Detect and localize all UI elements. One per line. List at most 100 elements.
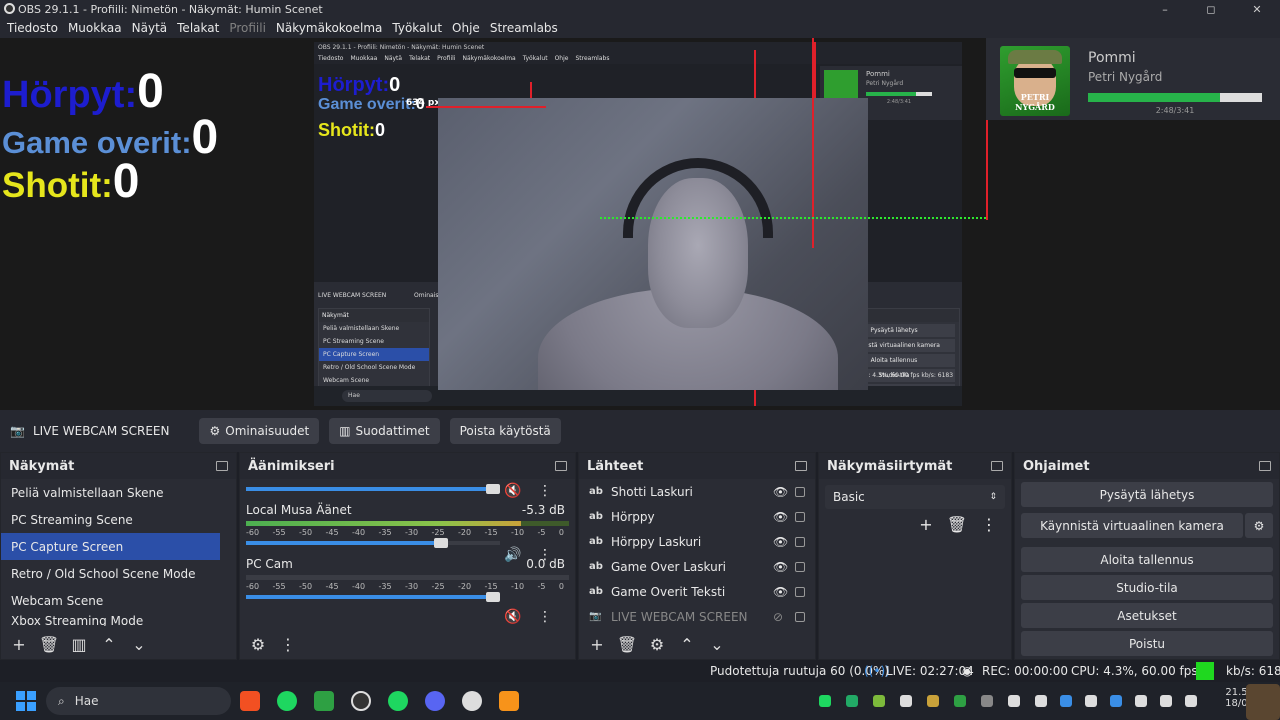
filters-button[interactable]: ▥ Suodattimet [329,418,440,444]
eye-hidden-icon[interactable]: ⊘ [773,610,789,624]
properties-button[interactable]: ⚙ Ominaisuudet [199,418,320,444]
menu-docks[interactable]: Telakat [172,21,224,35]
kebab-icon[interactable]: ⋮ [276,633,300,655]
spotify-icon[interactable] [277,691,297,711]
app-icon[interactable] [499,691,519,711]
kebab-icon[interactable]: ⋮ [981,515,997,534]
add-transition-icon[interactable]: + [919,515,932,534]
undock-icon[interactable] [1259,461,1271,471]
discord-icon[interactable] [425,691,445,711]
virtual-camera-button[interactable]: Käynnistä virtuaalinen kamera [1021,513,1243,538]
start-icon[interactable] [16,691,36,711]
kebab-icon[interactable]: ⋮ [538,547,552,563]
eye-icon[interactable]: 👁 [773,535,789,549]
menu-help[interactable]: Ohje [447,21,485,35]
mute-icon[interactable]: 🔇 [504,609,521,625]
taskbar-search[interactable]: ⌕ Hae [46,687,231,715]
eye-icon[interactable]: 👁 [773,560,789,574]
spotify-icon[interactable] [388,691,408,711]
remove-transition-icon[interactable]: 🗑 [947,515,967,534]
scene-item-selected[interactable]: PC Capture Screen [1,533,220,560]
volume-slider[interactable] [246,538,500,548]
menu-file[interactable]: Tiedosto [2,21,63,35]
undock-icon[interactable] [555,461,567,471]
add-scene-icon[interactable]: + [7,633,31,655]
remove-source-icon[interactable]: 🗑 [615,633,639,655]
tray-icon[interactable] [1035,695,1047,707]
lock-icon[interactable] [795,586,805,597]
phone-icon[interactable] [1085,695,1097,707]
menu-view[interactable]: Näytä [127,21,173,35]
remove-scene-icon[interactable]: 🗑 [37,633,61,655]
lock-icon[interactable] [795,611,805,622]
source-properties-icon[interactable]: ⚙ [645,633,669,655]
tray-icon[interactable] [1008,695,1020,707]
exit-button[interactable]: Poistu [1021,631,1273,656]
kebab-icon[interactable]: ⋮ [538,609,552,625]
source-item[interactable]: ab Game Overit Teksti 👁 [579,579,815,604]
tray-icon[interactable] [846,695,858,707]
start-recording-button[interactable]: Aloita tallennus [1021,547,1273,572]
move-down-icon[interactable]: ⌄ [127,633,151,655]
tray-icon[interactable] [981,695,993,707]
move-up-icon[interactable]: ⌃ [97,633,121,655]
stop-stream-button[interactable]: Pysäytä lähetys [1021,482,1273,507]
network-icon[interactable] [1135,695,1147,707]
undock-icon[interactable] [795,461,807,471]
source-item[interactable]: ab Game Over Laskuri 👁 [579,554,815,579]
obs-icon[interactable] [351,691,371,711]
scene-item[interactable]: Xbox Streaming Mode [1,614,236,626]
menu-edit[interactable]: Muokkaa [63,21,127,35]
move-down-icon[interactable]: ⌄ [705,633,729,655]
undock-icon[interactable] [991,461,1003,471]
scene-item[interactable]: Webcam Scene [1,587,236,614]
source-item[interactable]: ab Shotti Laskuri 👁 [579,479,815,504]
source-item[interactable]: ab Hörppy Laskuri 👁 [579,529,815,554]
move-up-icon[interactable]: ⌃ [675,633,699,655]
menu-tools[interactable]: Työkalut [387,21,447,35]
lock-icon[interactable] [795,511,805,522]
kebab-icon[interactable]: ⋮ [538,483,552,499]
menu-profile[interactable]: Profiili [224,21,271,35]
minimize-button[interactable]: – [1142,0,1188,18]
source-item[interactable]: ab Hörppy 👁 [579,504,815,529]
spotify-tray-icon[interactable] [819,695,831,707]
eye-icon[interactable]: 👁 [773,510,789,524]
disable-source-button[interactable]: Poista käytöstä [449,418,561,444]
scene-item[interactable]: PC Streaming Scene [1,506,236,533]
eye-icon[interactable]: 👁 [773,485,789,499]
bluetooth-icon[interactable] [1060,695,1072,707]
add-source-icon[interactable]: + [585,633,609,655]
brave-icon[interactable] [240,691,260,711]
settings-button[interactable]: Asetukset [1021,603,1273,628]
app-icon[interactable] [462,691,482,711]
gear-icon[interactable]: ⚙ [1245,513,1273,538]
scene-item[interactable]: Retro / Old School Scene Mode [1,560,236,587]
program-preview[interactable]: Hörpyt:0 Game overit:0 Shotit:0 OBS 29.1… [0,38,1280,410]
maximize-button[interactable]: ◻ [1188,0,1234,18]
mute-icon[interactable]: 🔇 [504,483,521,499]
source-item[interactable]: 📷 LIVE WEBCAM SCREEN ⊘ [579,604,815,629]
scene-item[interactable]: Peliä valmistellaan Skene [1,479,236,506]
transition-select[interactable]: Basic ⇕ [825,485,1005,509]
volume-slider[interactable] [246,592,500,602]
play-icon[interactable] [954,695,966,707]
studio-mode-button[interactable]: Studio-tila [1021,575,1273,600]
advanced-audio-icon[interactable]: ⚙ [246,633,270,655]
volume-slider[interactable] [246,484,500,494]
lock-icon[interactable] [795,561,805,572]
menu-scene-collection[interactable]: Näkymäkokoelma [271,21,387,35]
cloud-icon[interactable] [900,695,912,707]
menu-streamlabs[interactable]: Streamlabs [485,21,563,35]
app-icon[interactable] [314,691,334,711]
undock-icon[interactable] [216,461,228,471]
nvidia-icon[interactable] [873,695,885,707]
microphone-icon[interactable] [1160,695,1172,707]
security-icon[interactable] [1110,695,1122,707]
lock-icon[interactable] [795,486,805,497]
tray-icon[interactable] [927,695,939,707]
scene-filters-icon[interactable]: ▥ [67,633,91,655]
lock-icon[interactable] [795,536,805,547]
close-button[interactable]: ✕ [1234,0,1280,18]
volume-icon[interactable] [1185,695,1197,707]
